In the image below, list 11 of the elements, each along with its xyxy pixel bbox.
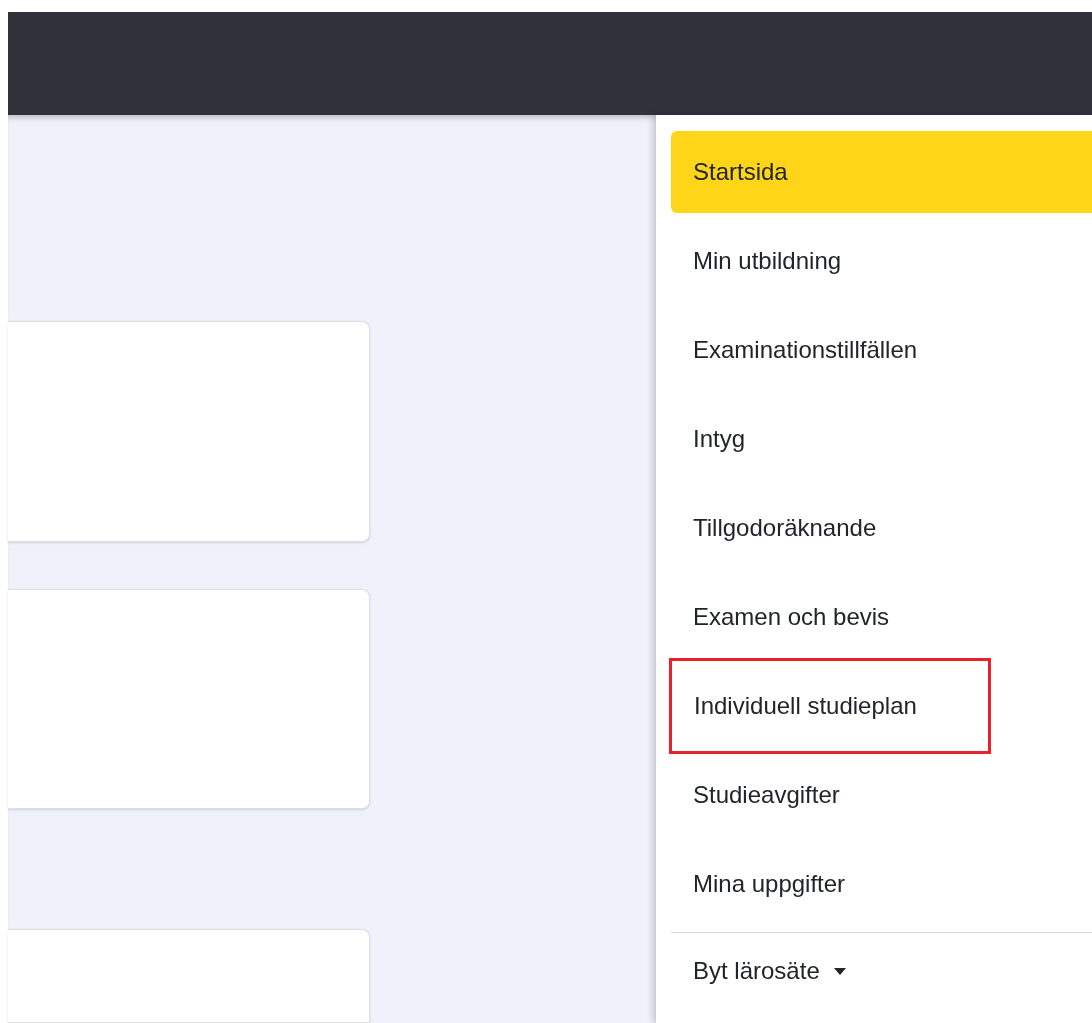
- menu-item[interactable]: Studieavgifter: [671, 754, 1092, 836]
- menu-item[interactable]: Examen och bevis: [671, 576, 1092, 658]
- menu-item[interactable]: Mina uppgifter: [671, 843, 1092, 925]
- menu-item[interactable]: Startsida: [671, 131, 1092, 213]
- menu-item[interactable]: Tillgodoräknande: [671, 487, 1092, 569]
- menu-item[interactable]: Intyg: [671, 398, 1092, 480]
- menu-item[interactable]: Examinationstillfällen: [671, 309, 1092, 391]
- caret-icon: [833, 967, 846, 975]
- menu-item[interactable]: Min utbildning: [671, 220, 1092, 302]
- dropdown-toggle[interactable]: Byt lärosäte: [671, 951, 1092, 991]
- menu-item[interactable]: Individuell studieplan: [669, 658, 991, 754]
